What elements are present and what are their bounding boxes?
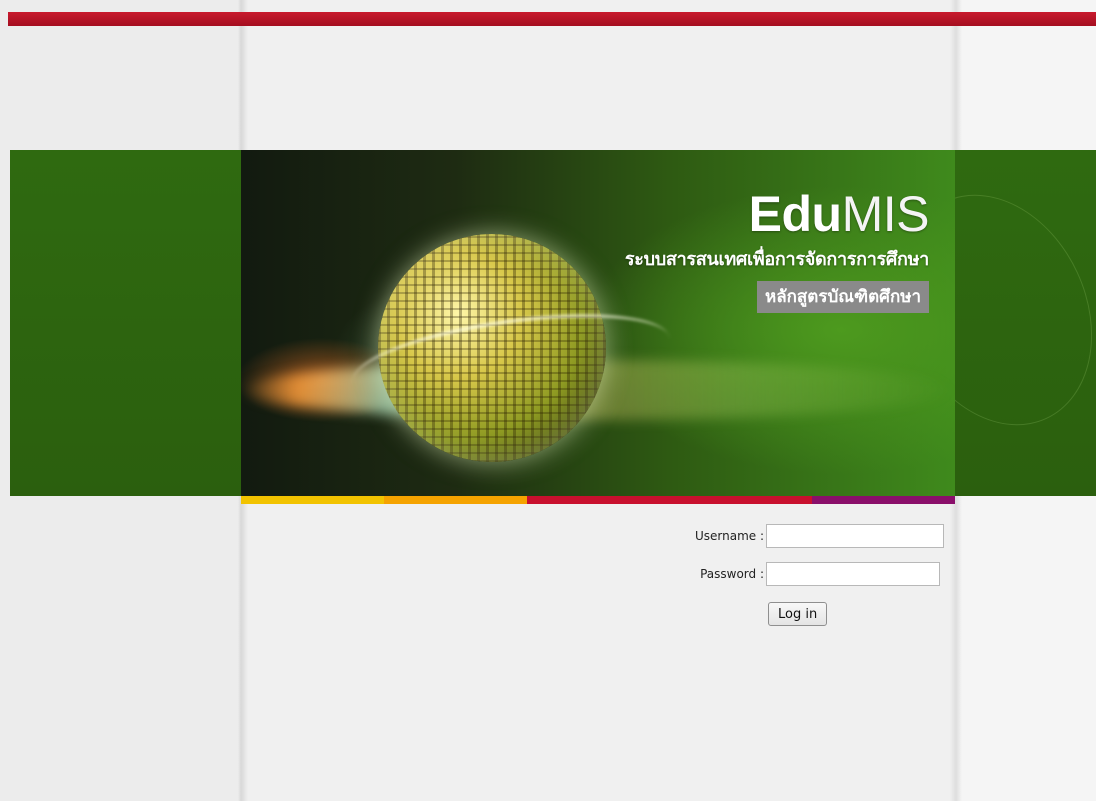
password-input[interactable] — [766, 562, 940, 586]
brand-block: EduMIS ระบบสารสนเทศเพื่อการจัดการการศึกษ… — [624, 186, 930, 313]
password-label: Password : — [700, 567, 764, 581]
username-label: Username : — [694, 529, 764, 543]
strip-segment — [812, 496, 955, 504]
header-banner: EduMIS ระบบสารสนเทศเพื่อการจัดการการศึกษ… — [241, 150, 955, 496]
login-button[interactable]: Log in — [768, 602, 828, 626]
color-strip — [241, 496, 955, 504]
strip-segment — [526, 496, 670, 504]
password-row: Password : — [660, 562, 940, 586]
app-logo: EduMIS — [625, 186, 930, 242]
strip-segment — [669, 496, 813, 504]
logo-text-bold: Edu — [748, 186, 842, 242]
strip-segment — [383, 496, 527, 504]
logo-text-light: MIS — [841, 186, 930, 242]
username-row: Username : — [660, 524, 944, 548]
app-subtitle: ระบบสารสนเทศเพื่อการจัดการการศึกษา — [624, 249, 929, 270]
program-badge: หลักสูตรบัณฑิตศึกษา — [756, 281, 929, 313]
top-accent-bar — [8, 12, 1096, 26]
username-input[interactable] — [766, 524, 944, 548]
strip-segment — [241, 496, 384, 504]
